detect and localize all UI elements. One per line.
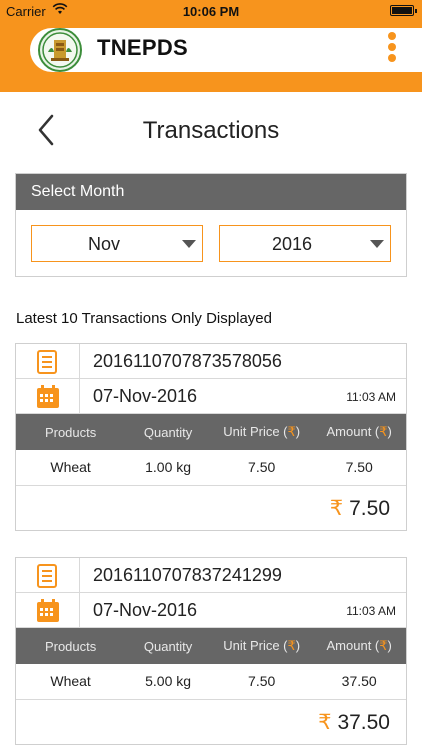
col-quantity: Quantity (143, 638, 193, 654)
table-header-row: Products Quantity Unit Price (₹) Amount … (16, 628, 406, 664)
year-dropdown[interactable]: 2016 (219, 225, 391, 262)
cell-amount: 7.50 (312, 450, 406, 486)
transaction-id: 2016110707837241299 (93, 565, 282, 585)
cell-amount: 37.50 (312, 664, 406, 700)
col-amount: Amount (₹) (326, 638, 392, 653)
receipt-icon (16, 558, 80, 592)
rupee-icon: ₹ (287, 638, 296, 653)
col-unit-price: Unit Price (₹) (223, 638, 301, 653)
receipt-icon (16, 344, 80, 378)
table-row: Wheat 1.00 kg 7.50 7.50 (16, 450, 406, 486)
total-amount: 37.50 (337, 710, 390, 734)
cell-product: Wheat (16, 450, 126, 486)
table-header-row: Products Quantity Unit Price (₹) Amount … (16, 414, 406, 450)
month-value: Nov (87, 234, 120, 254)
transaction-date: 07-Nov-2016 (93, 386, 198, 406)
cell-product: Wheat (16, 664, 126, 700)
page-header: Transactions (0, 92, 422, 170)
table-row: Wheat 5.00 kg 7.50 37.50 (16, 664, 406, 700)
total-amount: 7.50 (349, 496, 390, 520)
items-table: Products Quantity Unit Price (₹) Amount … (16, 414, 406, 486)
col-products: Products (44, 424, 97, 440)
page-title: Transactions (142, 117, 280, 144)
transaction-time: 11:03 AM (346, 604, 396, 618)
transaction-total: ₹37.50 (16, 700, 406, 744)
transaction-date: 07-Nov-2016 (93, 600, 198, 620)
select-month-panel: Select Month Nov 2016 (15, 173, 407, 277)
transaction-date-row: 07-Nov-2016 11:03 AM (16, 593, 406, 628)
more-vertical-icon[interactable] (382, 30, 402, 68)
status-bar: Carrier 10:06 PM (0, 0, 422, 22)
transaction-card: 2016110707873578056 07-Nov-2016 11:03 AM… (15, 343, 407, 531)
calendar-icon (16, 593, 80, 627)
col-products: Products (44, 638, 97, 654)
transaction-total: ₹7.50 (16, 486, 406, 530)
items-table: Products Quantity Unit Price (₹) Amount … (16, 628, 406, 700)
transaction-time: 11:03 AM (346, 390, 396, 404)
rupee-icon: ₹ (329, 496, 344, 520)
caret-down-icon (182, 240, 196, 248)
rupee-icon: ₹ (318, 710, 332, 734)
calendar-icon (16, 379, 80, 413)
rupee-icon: ₹ (379, 424, 388, 439)
col-quantity: Quantity (143, 424, 193, 440)
app-bar: TNEPDS (0, 22, 422, 92)
cell-quantity: 5.00 kg (125, 664, 211, 700)
transaction-date-row: 07-Nov-2016 11:03 AM (16, 379, 406, 414)
battery-icon (390, 5, 417, 16)
transactions-note: Latest 10 Transactions Only Displayed (16, 310, 272, 327)
cell-unit-price: 7.50 (210, 450, 313, 486)
transaction-card: 2016110707837241299 07-Nov-2016 11:03 AM… (15, 557, 407, 745)
clock: 10:06 PM (182, 4, 240, 19)
cell-unit-price: 7.50 (210, 664, 313, 700)
col-unit-price: Unit Price (₹) (223, 424, 301, 439)
year-value: 2016 (271, 234, 313, 254)
month-dropdown[interactable]: Nov (31, 225, 203, 262)
cell-quantity: 1.00 kg (125, 450, 211, 486)
select-month-heading: Select Month (16, 174, 406, 210)
rupee-icon: ₹ (379, 638, 388, 653)
rupee-icon: ₹ (287, 424, 296, 439)
app-bar-pill (30, 28, 422, 72)
app-title: TNEPDS (97, 35, 189, 60)
col-amount: Amount (₹) (326, 424, 392, 439)
caret-down-icon (370, 240, 384, 248)
transaction-id: 2016110707873578056 (93, 351, 282, 371)
tamil-nadu-emblem-logo (38, 28, 82, 72)
transaction-id-row: 2016110707837241299 (16, 558, 406, 593)
transaction-id-row: 2016110707873578056 (16, 344, 406, 379)
